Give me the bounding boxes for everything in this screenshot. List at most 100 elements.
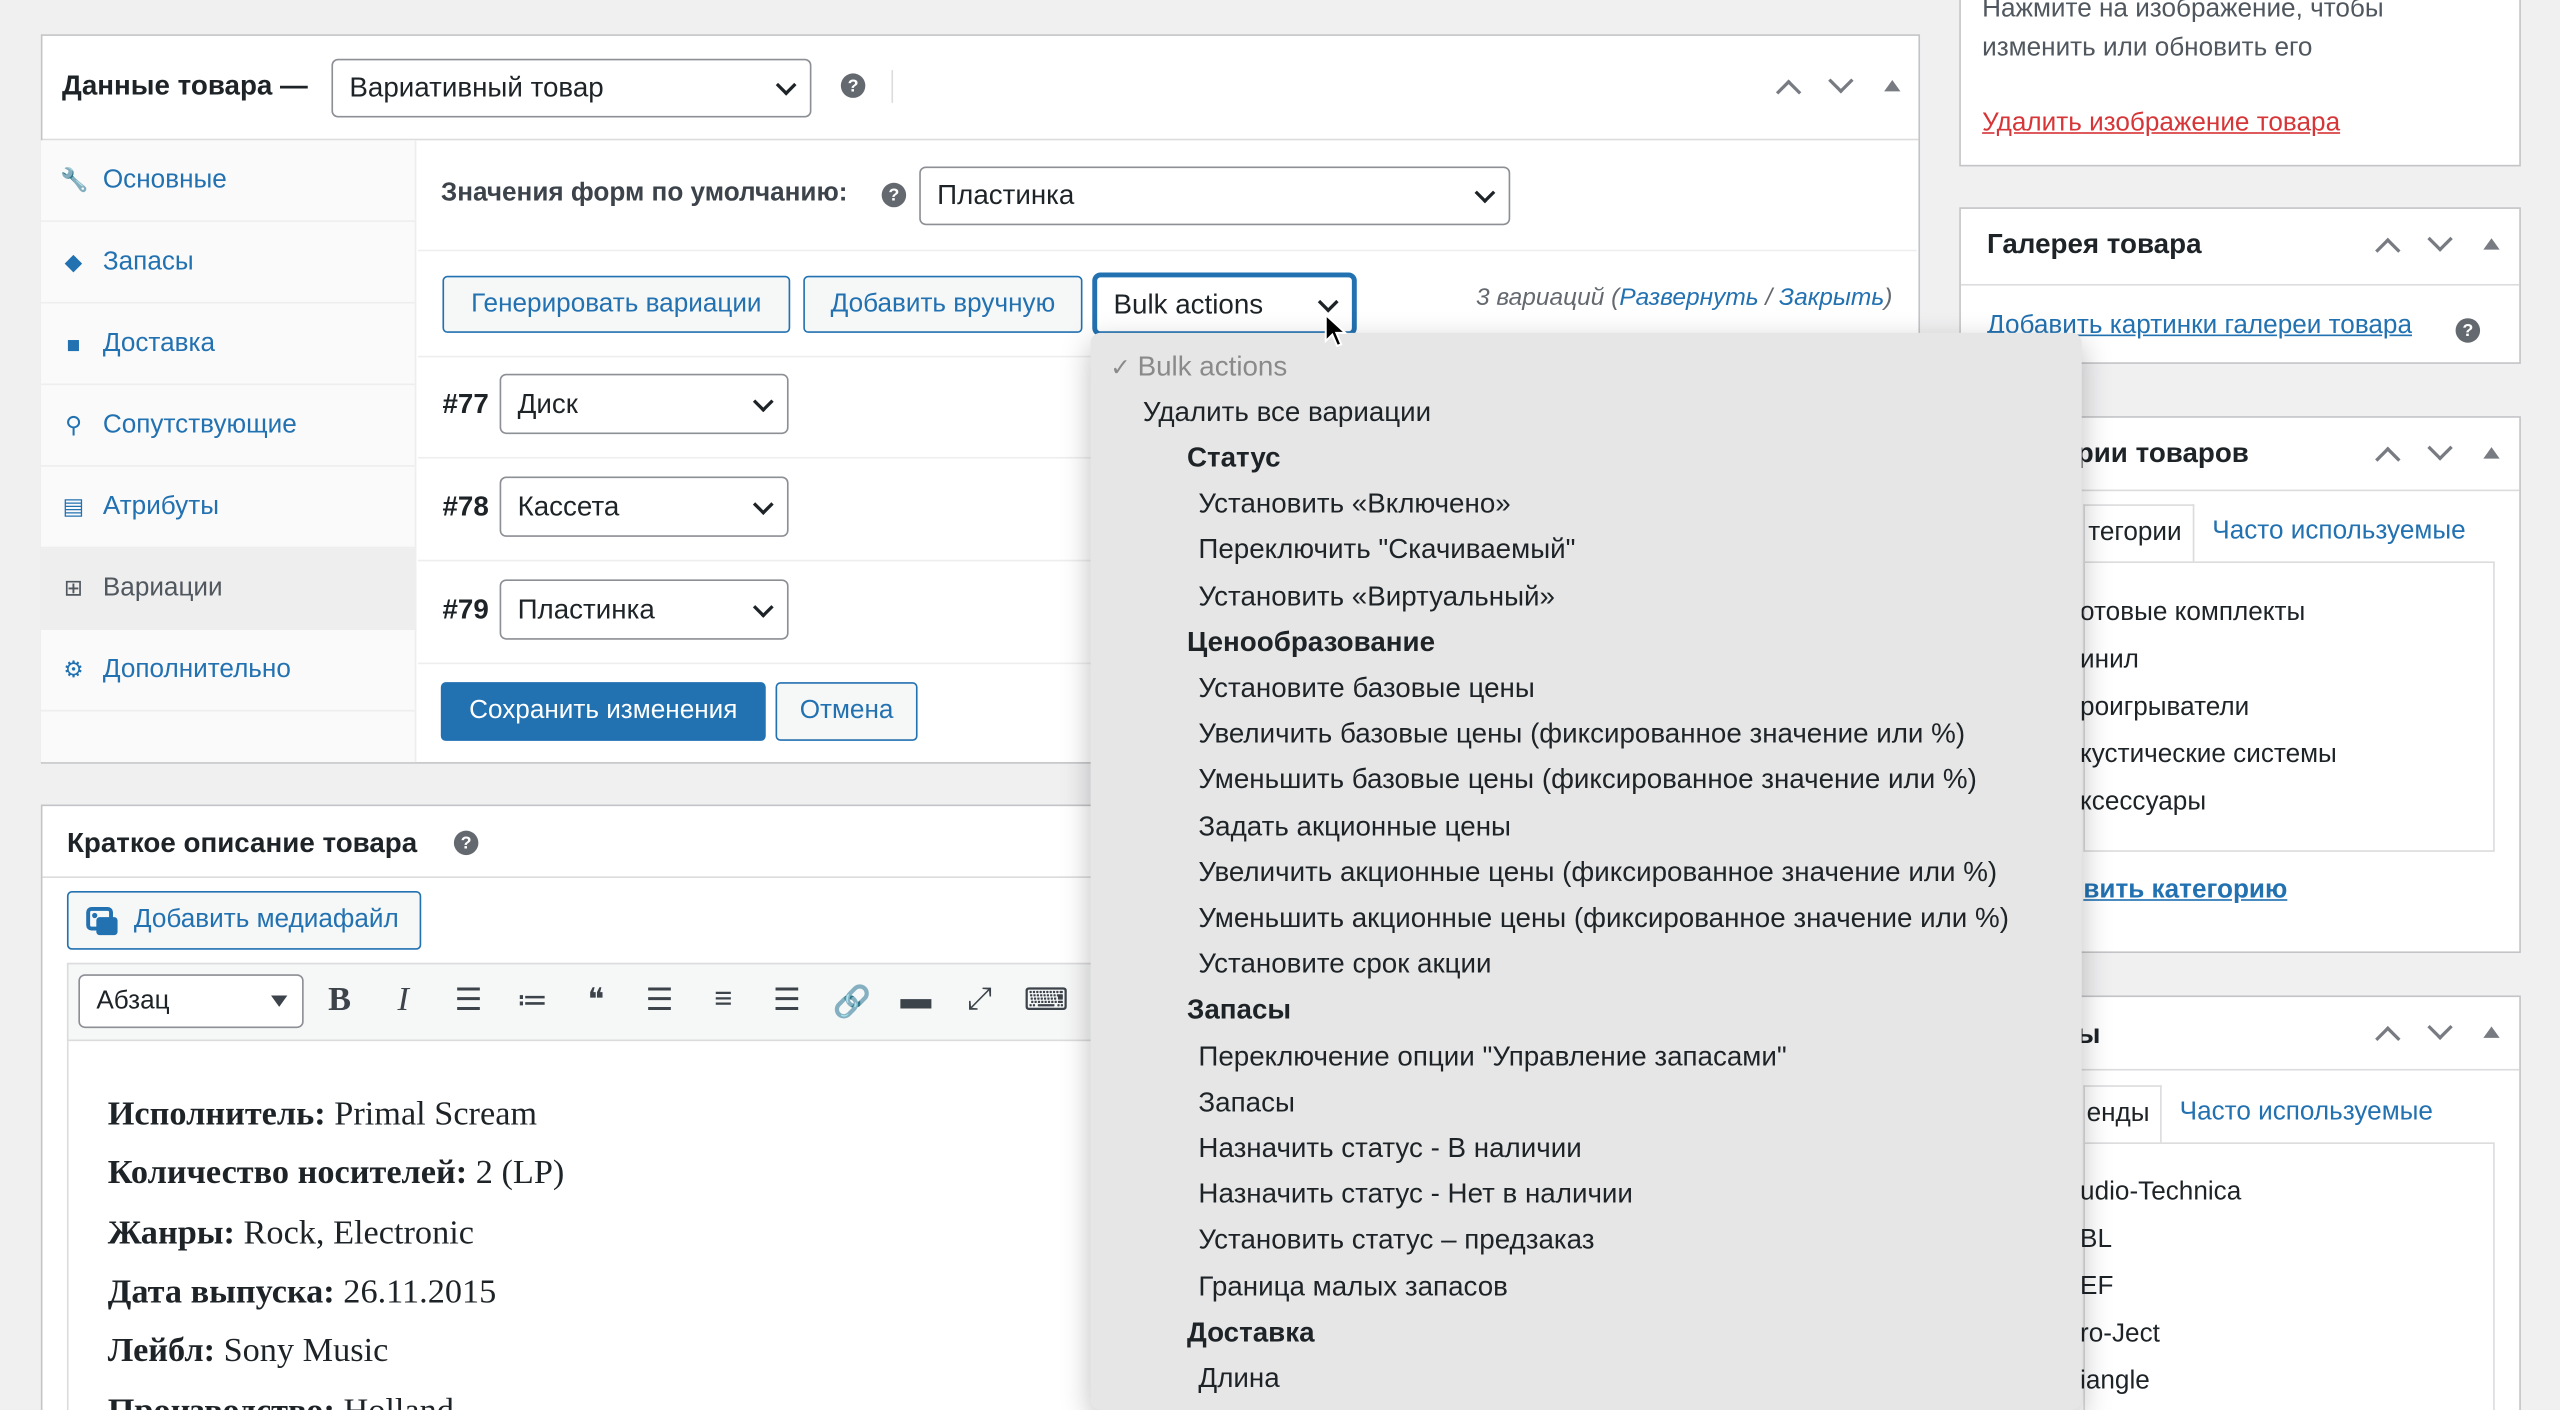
gear-icon: ⚙ [63, 656, 84, 683]
categories-title: рии товаров [2076, 437, 2249, 469]
link-icon: ⚲ [65, 411, 82, 438]
menu-item[interactable]: Переключение опции "Управление запасами" [1198, 1040, 1786, 1073]
truck-icon: ■ [66, 330, 81, 357]
default-form-select[interactable]: Пластинка [919, 166, 1511, 226]
generate-variations-button[interactable]: Генерировать вариации [442, 275, 791, 333]
list-icon: ▤ [62, 492, 85, 519]
close-link[interactable]: Закрыть [1779, 284, 1884, 312]
gallery-toggle-icon[interactable] [2483, 238, 2500, 250]
brand-item[interactable]: iangle [2080, 1368, 2150, 1397]
menu-item[interactable]: Установить «Включено» [1198, 488, 1510, 521]
variation-attribute-select[interactable]: Диск [499, 373, 789, 435]
italic-icon[interactable]: I [384, 979, 423, 1020]
fullscreen-icon[interactable]: ⤢ [960, 982, 999, 1018]
categories-toggle-icon[interactable] [2483, 447, 2500, 459]
menu-item[interactable]: Увеличить акционные цены (фиксированное … [1198, 856, 1997, 889]
tab-label: Доставка [102, 328, 216, 357]
brand-item[interactable]: udio-Technica [2080, 1178, 2241, 1207]
brand-item[interactable]: EF [2080, 1273, 2113, 1302]
tab-label: Запасы [102, 247, 194, 275]
tab-all-categories[interactable]: тегории [2083, 504, 2195, 564]
tab-4[interactable]: ⚲ Сопутствующие [40, 385, 417, 467]
menu-item[interactable]: Установить статус – предзаказ [1198, 1225, 1594, 1258]
remove-image-link[interactable]: Удалить изображение товара [1982, 109, 2340, 138]
default-values-label: Значения форм по умолчанию: [440, 179, 848, 208]
brand-item[interactable]: ro-Ject [2080, 1320, 2160, 1349]
tab-label: Сопутствующие [102, 410, 297, 439]
align-right-icon[interactable]: ☰ [767, 982, 806, 1020]
brands-toggle-icon[interactable] [2483, 1026, 2500, 1038]
grid-icon: ⊞ [63, 574, 84, 601]
bullet-list-icon[interactable]: ☰ [449, 982, 488, 1020]
description-line: Дата выпуска: 26.11.2015 [107, 1271, 497, 1311]
menu-group-label: Запасы [1186, 994, 1292, 1026]
variation-attribute-select[interactable]: Пластинка [499, 579, 789, 640]
brand-item[interactable]: BL [2080, 1226, 2112, 1255]
menu-item-selected: ✓ Bulk actions [1110, 350, 1288, 382]
product-data-toggle-icon[interactable] [1884, 79, 1901, 92]
image-hint: Нажмите на изображение, чтобы изменить и… [1982, 0, 2384, 63]
tab-popular-brands[interactable]: Часто используемые [2180, 1098, 2433, 1127]
menu-item[interactable]: Задать акционные цены [1198, 810, 1511, 843]
bulk-actions-menu: ✓ Bulk actions Удалить все вариации Стат… [1090, 332, 2082, 1410]
tab-5[interactable]: ▤ Атрибуты [40, 467, 417, 549]
category-item[interactable]: отовые комплекты [2080, 599, 2305, 628]
menu-item[interactable]: Назначить статус - В наличии [1198, 1133, 1581, 1166]
menu-item[interactable]: Переключить "Скачиваемый" [1198, 534, 1575, 567]
chevron-down-icon [775, 74, 797, 96]
menu-item[interactable]: Установите базовые цены [1198, 672, 1534, 705]
menu-item[interactable]: Установите срок акции [1198, 948, 1491, 981]
chevron-down-icon [1474, 182, 1496, 204]
tab-7[interactable]: ⚙ Дополнительно [40, 630, 417, 712]
menu-item[interactable]: Уменьшить акционные цены (фиксированное … [1198, 902, 2009, 935]
tab-1[interactable]: 🔧 Основные [40, 140, 417, 222]
menu-item-delete-all[interactable]: Удалить все вариации [1143, 397, 1431, 430]
link-icon[interactable]: 🔗 [833, 982, 872, 1021]
menu-item[interactable]: Запасы [1198, 1087, 1295, 1120]
numbered-list-icon[interactable]: ≔ [513, 982, 552, 1020]
read-more-icon[interactable]: ▬ [896, 982, 935, 1018]
menu-item[interactable]: Уменьшить базовые цены (фиксированное зн… [1198, 764, 1976, 797]
align-center-icon[interactable]: ≡ [704, 982, 743, 1018]
gallery-title: Галерея товара [1986, 228, 2202, 260]
add-media-button[interactable]: Добавить медиафайл [66, 891, 422, 950]
bold-icon[interactable]: B [320, 979, 359, 1020]
tab-label: Основные [102, 165, 227, 194]
cancel-button[interactable]: Отмена [775, 682, 918, 741]
menu-item[interactable]: Граница малых запасов [1198, 1271, 1507, 1304]
blockquote-icon[interactable]: ❝ [576, 982, 615, 1020]
tab-3[interactable]: ■ Доставка [40, 304, 417, 386]
mouse-cursor-icon [1324, 313, 1347, 348]
chevron-down-icon [752, 596, 774, 617]
short-description-title: Краткое описание товара [66, 827, 418, 859]
add-manually-button[interactable]: Добавить вручную [803, 275, 1083, 333]
tab-6[interactable]: ⊞ Вариации [40, 548, 417, 630]
save-changes-button[interactable]: Сохранить изменения [440, 682, 766, 741]
menu-item[interactable]: Длина [1198, 1363, 1279, 1396]
variation-attribute-select[interactable]: Кассета [499, 476, 789, 537]
category-item[interactable]: ксессуары [2080, 788, 2206, 817]
header-separator [891, 70, 894, 103]
menu-item[interactable]: Назначить статус - Нет в наличии [1198, 1179, 1633, 1212]
gallery-help-icon: ? [2455, 318, 2481, 343]
wrench-icon: 🔧 [60, 166, 89, 193]
caret-down-icon [271, 995, 288, 1007]
category-item[interactable]: кустические системы [2080, 741, 2337, 770]
bulk-actions-select[interactable]: Bulk actions [1093, 274, 1356, 335]
align-left-icon[interactable]: ☰ [640, 982, 679, 1020]
menu-item[interactable]: Установить «Виртуальный» [1198, 580, 1555, 613]
category-item[interactable]: роигрыватели [2080, 694, 2249, 723]
expand-link[interactable]: Развернуть [1619, 284, 1758, 312]
tab-all-brands[interactable]: енды [2083, 1085, 2162, 1144]
menu-item[interactable]: Увеличить базовые цены (фиксированное зн… [1198, 718, 1965, 751]
product-type-select[interactable]: Вариативный товар [331, 58, 812, 118]
tab-popular-categories[interactable]: Часто используемые [2212, 517, 2465, 546]
toolbar-toggle-icon[interactable]: ⌨ [1024, 982, 1069, 1020]
tab-label: Вариации [102, 573, 223, 602]
format-select[interactable]: Абзац [78, 974, 304, 1029]
add-category-link[interactable]: вить категорию [2083, 876, 2287, 905]
category-item[interactable]: инил [2080, 646, 2139, 675]
product-data-title: Данные товара — [62, 70, 308, 102]
media-icon [86, 907, 118, 936]
tab-2[interactable]: ◆ Запасы [40, 222, 417, 304]
